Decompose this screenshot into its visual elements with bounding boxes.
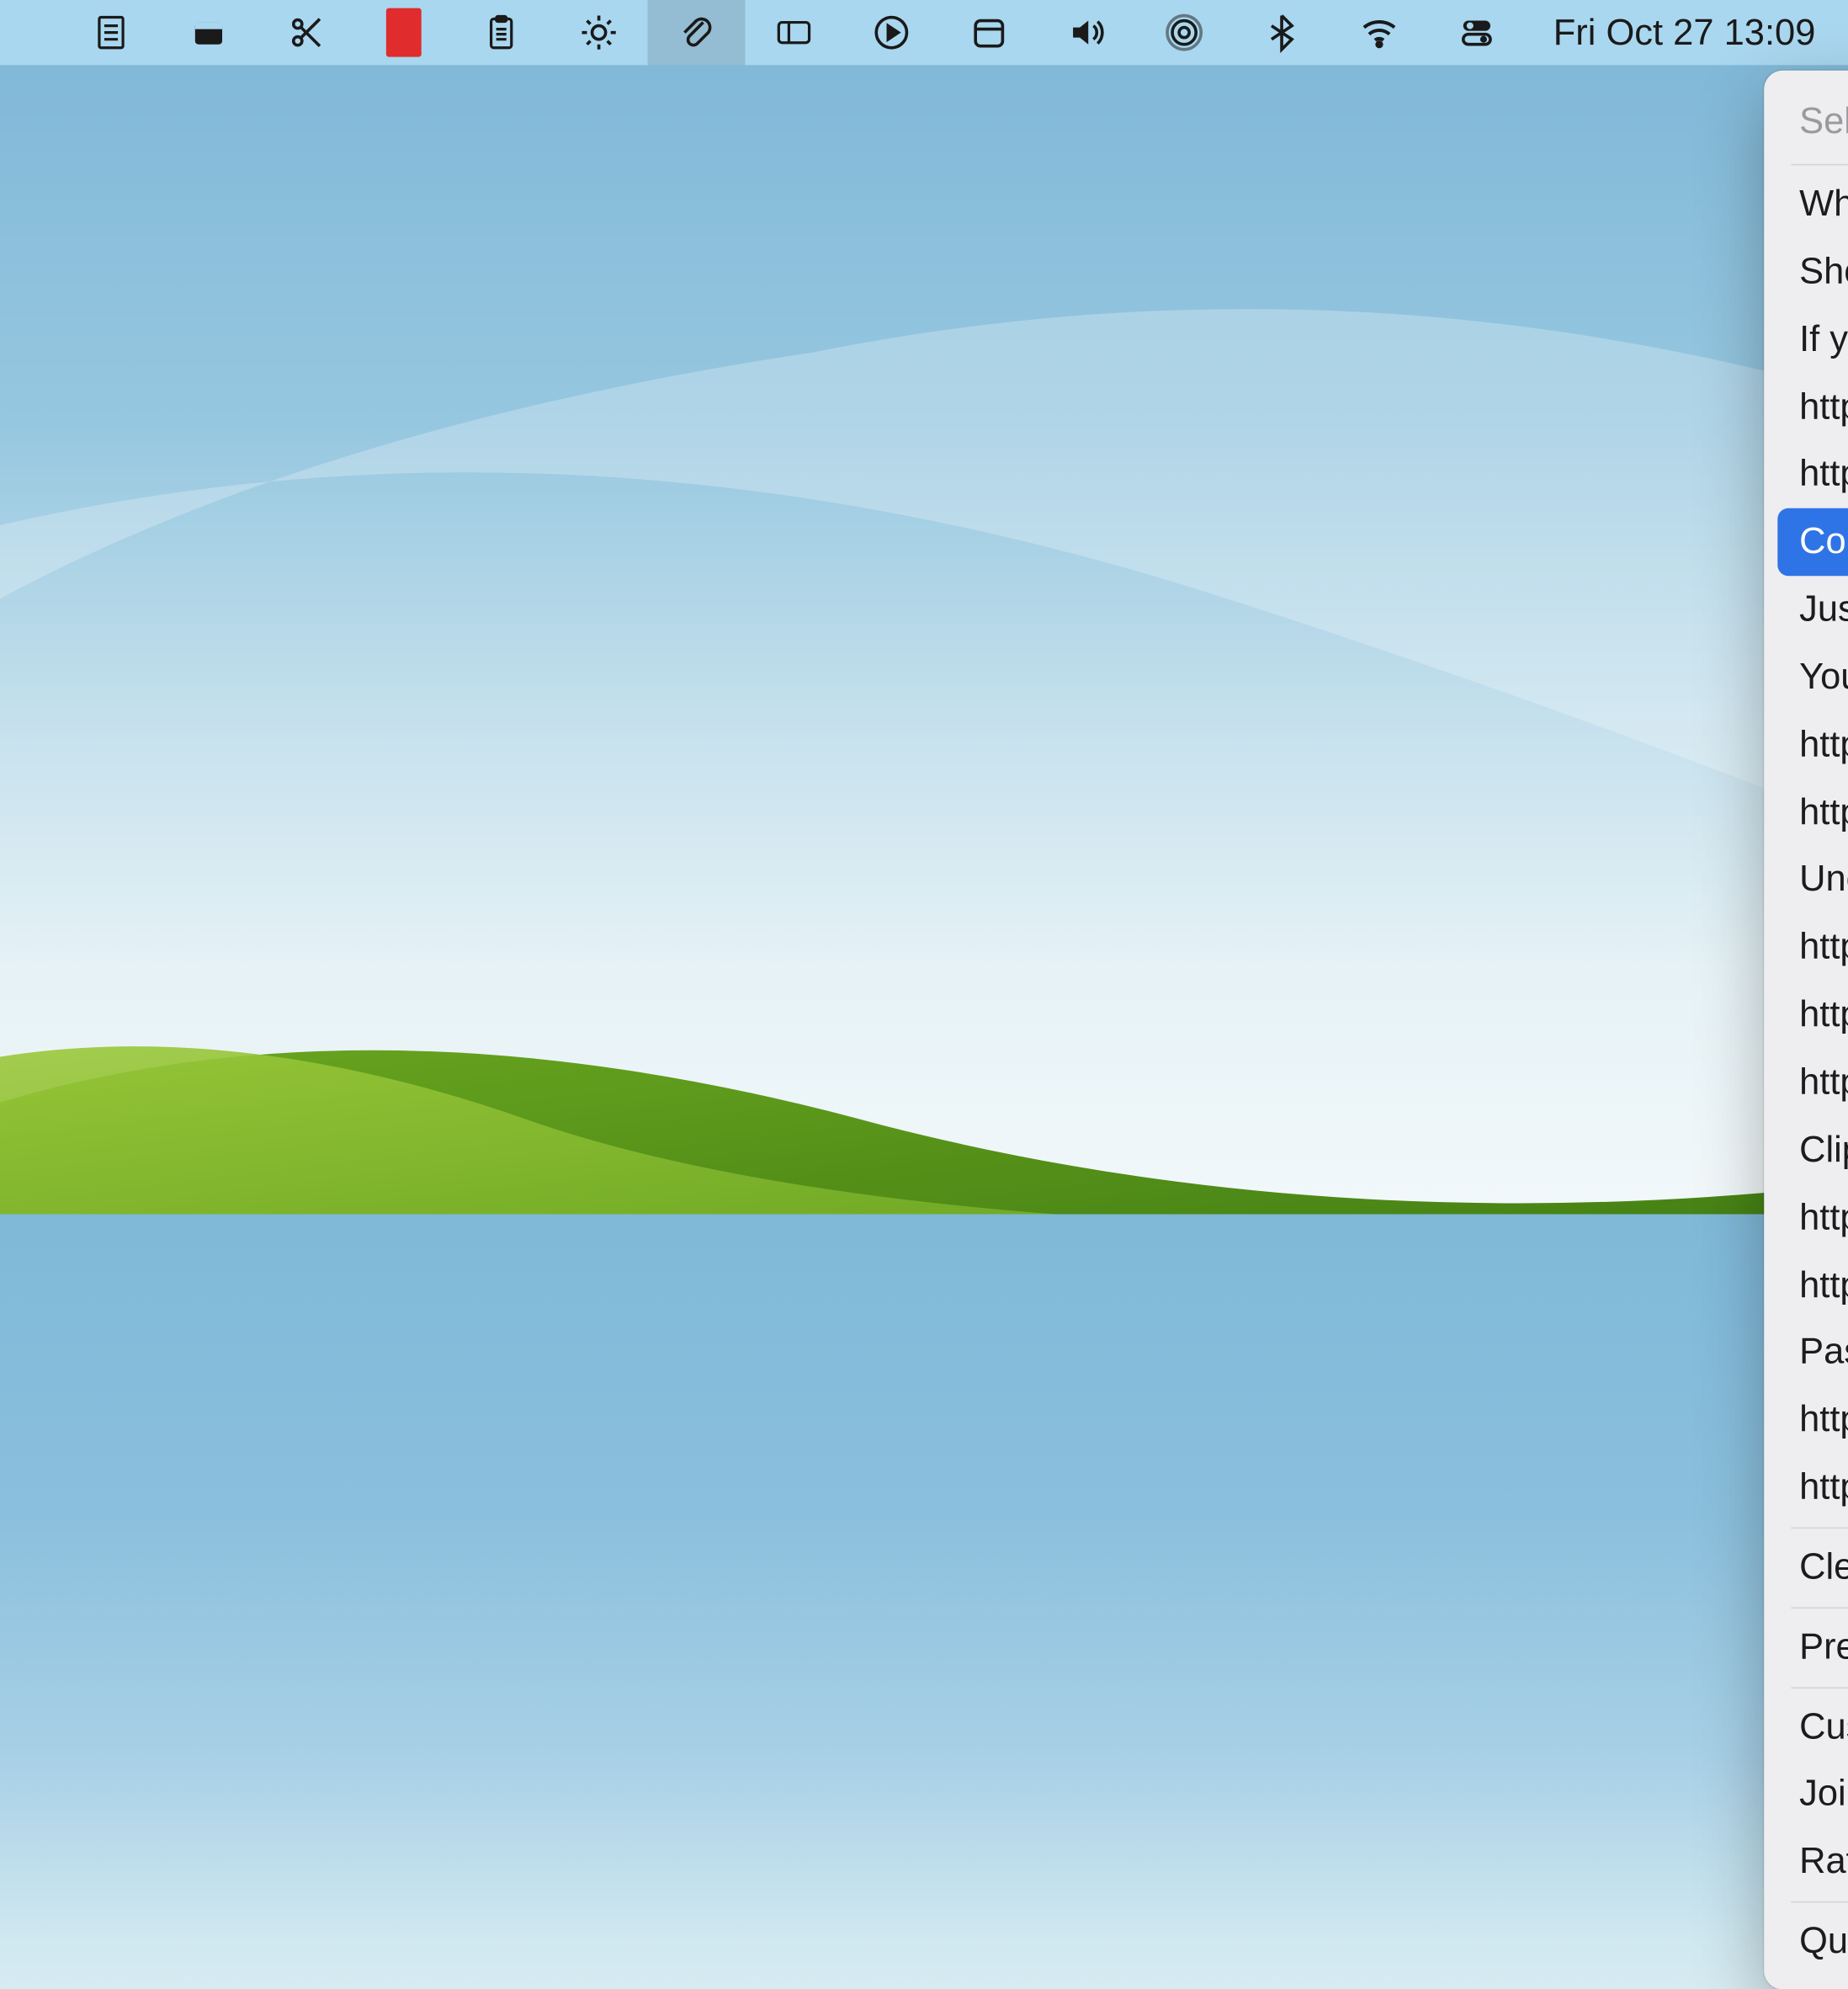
- clip-item-14[interactable]: Clipy: [1777, 1116, 1848, 1183]
- scissors-icon[interactable]: [258, 0, 356, 65]
- clear-action[interactable]: Clear: [1777, 1534, 1848, 1601]
- clip-item-7[interactable]: You can set Flycut to remember and displ…: [1777, 644, 1848, 711]
- airdrop-icon[interactable]: [1136, 0, 1234, 65]
- clip-item-6[interactable]: Just like the previously-mentioned apps,…: [1777, 576, 1848, 643]
- clip-item-18[interactable]: https://apps.apple.com/us/app/copyclip-c…: [1777, 1386, 1848, 1454]
- clipboard-icon[interactable]: [453, 0, 550, 65]
- customer-support-action[interactable]: Customer Support: [1777, 1694, 1848, 1761]
- separator: [1791, 1687, 1848, 1689]
- clip-item-4[interactable]: https://apps.apple.com/in/app/copyclip-c…: [1777, 441, 1848, 508]
- quit-action[interactable]: Quit⌘ Q: [1777, 1908, 1848, 1976]
- sidebar-icon[interactable]: [746, 0, 843, 65]
- play-icon[interactable]: [843, 0, 941, 65]
- clip-item-16[interactable]: https://apps.apple.com/in/app/paste-clip…: [1777, 1252, 1848, 1319]
- brightness-icon[interactable]: [550, 0, 648, 65]
- tray-icon[interactable]: [161, 0, 258, 65]
- separator: [1791, 1901, 1848, 1903]
- clip-item-11[interactable]: https://clipy-app.com/: [1777, 914, 1848, 981]
- wifi-icon[interactable]: [1331, 0, 1429, 65]
- clip-item-0[interactable]: When you copy or cut something, it insta…: [1777, 171, 1848, 238]
- separator: [1791, 164, 1848, 166]
- preferences-action[interactable]: Preferences...⌘ ,: [1777, 1614, 1848, 1681]
- clip-item-17[interactable]: Paste: [1777, 1319, 1848, 1386]
- clip-item-13[interactable]: https://apps.apple.com/us/app/flycut-cli…: [1777, 1049, 1848, 1116]
- clip-item-2[interactable]: If you ever want to know what's in your …: [1777, 306, 1848, 373]
- desktop-wallpaper: [0, 0, 1848, 1215]
- clip-item-12[interactable]: https://snark.github.io/jumpcut/: [1777, 981, 1848, 1049]
- bluetooth-icon[interactable]: [1234, 0, 1331, 65]
- clip-item-1[interactable]: Show Clipboard on Mac⌘ 1: [1777, 238, 1848, 306]
- control-center-icon[interactable]: [1429, 0, 1527, 65]
- clip-item-8[interactable]: https://setapp.com/apps/unclutter⌘ 8: [1777, 711, 1848, 779]
- menubar: Fri Oct 27 13:09: [0, 0, 1848, 65]
- notes-icon[interactable]: [63, 0, 161, 65]
- dropdown-header: Select the clip you want to add to your …: [1777, 84, 1848, 159]
- separator: [1791, 1527, 1848, 1529]
- copyclip-dropdown: Select the clip you want to add to your …: [1764, 71, 1848, 1989]
- clip-item-19[interactable]: https://apps.apple.com/in/app/copyclip-c…: [1777, 1455, 1848, 1522]
- paperclip-icon[interactable]: [648, 0, 746, 65]
- clip-item-15[interactable]: https://setapp.com/apps/paste: [1777, 1184, 1848, 1252]
- clip-item-3[interactable]: https://tyke.app/⌘ 3: [1777, 374, 1848, 441]
- volume-icon[interactable]: [1038, 0, 1136, 65]
- menubar-datetime[interactable]: Fri Oct 27 13:09: [1527, 12, 1816, 54]
- join-mailing-action[interactable]: Join Mailing List: [1777, 1761, 1848, 1828]
- red-app-icon[interactable]: [355, 0, 453, 65]
- clip-item-9[interactable]: https://apps.apple.com/in/app/unclutter/…: [1777, 779, 1848, 846]
- clip-item-5[interactable]: CopyClip⌘ 5: [1777, 508, 1848, 576]
- rate-app-action[interactable]: Rate App: [1777, 1828, 1848, 1896]
- clip-item-10[interactable]: Unclutter: [1777, 846, 1848, 913]
- separator: [1791, 1607, 1848, 1609]
- calendar-icon[interactable]: [941, 0, 1038, 65]
